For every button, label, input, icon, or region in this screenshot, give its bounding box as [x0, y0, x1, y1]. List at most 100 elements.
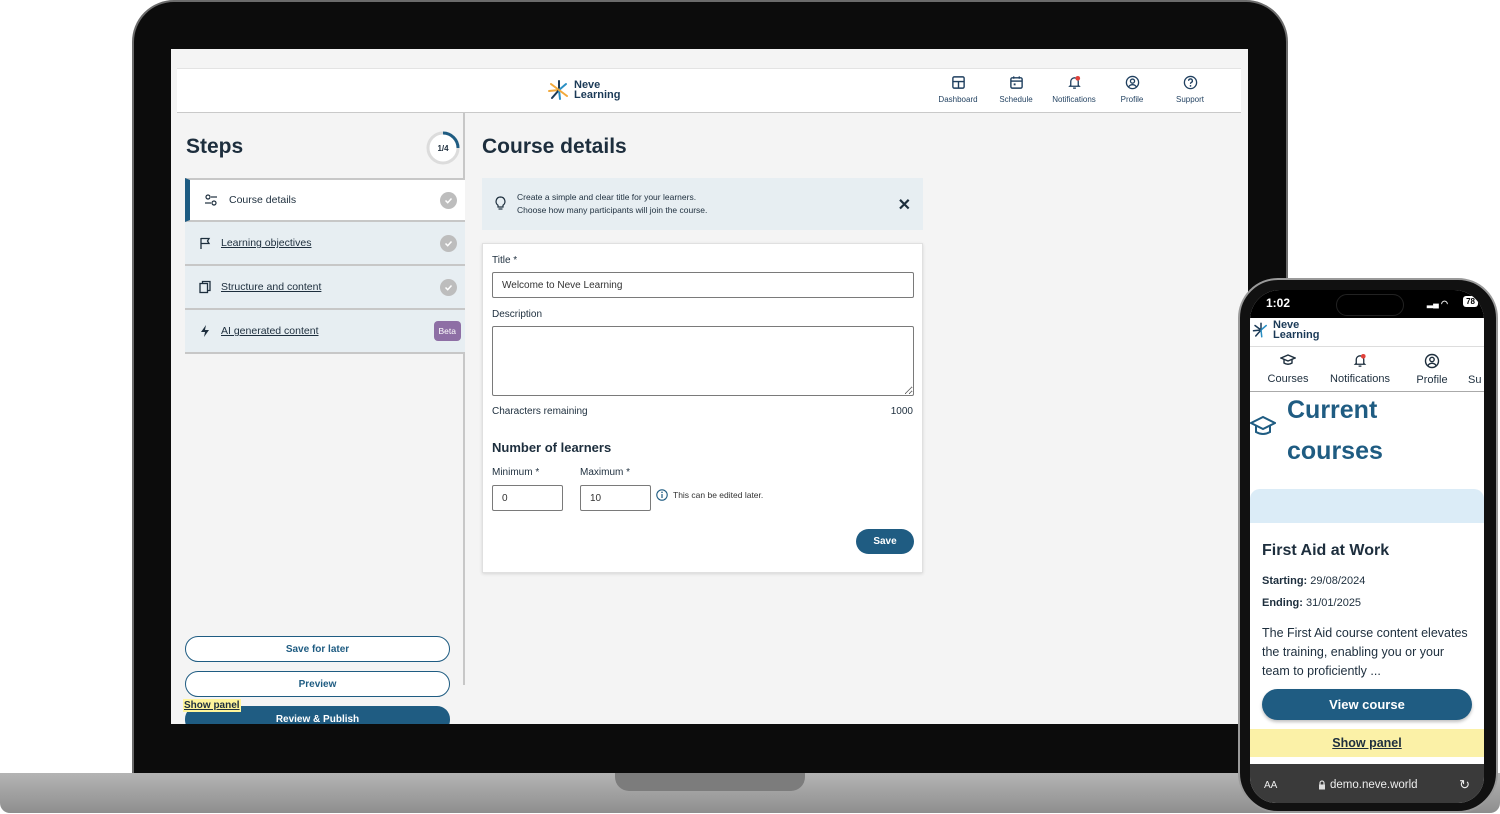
- top-bar: Neve Learning Dashboard Schedule Notific…: [177, 68, 1241, 113]
- description-label: Description: [492, 309, 543, 320]
- nav-profile[interactable]: Profile: [1103, 75, 1161, 104]
- progress-text: 1/4: [437, 143, 449, 153]
- phone-nav-courses-label: Courses: [1267, 373, 1309, 385]
- signal-wifi-icon: ▂▄ ◠: [1426, 299, 1448, 308]
- phone-nav-notifications[interactable]: Notifications: [1324, 347, 1396, 391]
- step-label: Structure and content: [221, 281, 322, 293]
- minimum-label: Minimum *: [492, 467, 540, 478]
- check-icon: [440, 234, 457, 252]
- battery-level: 78: [1463, 296, 1478, 307]
- calendar-icon: [1009, 76, 1023, 89]
- graduation-cap-icon: [1280, 354, 1296, 365]
- course-end-date: Ending: 31/01/2025: [1262, 597, 1362, 609]
- check-icon: [440, 278, 457, 296]
- title-input[interactable]: [492, 272, 914, 298]
- nav-notifications-label: Notifications: [1052, 95, 1096, 104]
- bell-icon: [1353, 353, 1367, 367]
- maximum-input[interactable]: [580, 485, 651, 511]
- brand-line-2: Learning: [574, 89, 621, 101]
- step-learning-objectives[interactable]: Learning objectives: [185, 222, 465, 266]
- step-label: Learning objectives: [221, 237, 312, 249]
- address-field[interactable]: demo.neve.world: [1318, 779, 1418, 791]
- course-card-banner: [1250, 489, 1484, 523]
- info-banner: Create a simple and clear title for your…: [482, 178, 923, 230]
- lightning-icon: [201, 325, 209, 337]
- nav-support[interactable]: Support: [1161, 75, 1219, 104]
- phone-brand-logo[interactable]: Neve Learning: [1252, 320, 1333, 341]
- steps-list: Course details Learning objectives Struc…: [185, 178, 465, 354]
- course-description: The First Aid course content elevates th…: [1262, 626, 1468, 678]
- maximum-label: Maximum *: [580, 467, 631, 478]
- browser-url-bar: AA demo.neve.world ↻: [1250, 764, 1484, 803]
- status-time: 1:02: [1266, 296, 1291, 310]
- nav-dashboard-label: Dashboard: [938, 95, 978, 104]
- course-title: First Aid at Work: [1262, 542, 1390, 559]
- nav-notifications[interactable]: Notifications: [1045, 75, 1103, 104]
- show-panel-link[interactable]: Show panel: [1250, 729, 1484, 757]
- minimum-input[interactable]: [492, 485, 563, 511]
- title-label: Title *: [492, 255, 518, 266]
- reload-icon[interactable]: ↻: [1459, 777, 1470, 793]
- copy-icon: [199, 280, 211, 294]
- nav-support-label: Support: [1175, 95, 1205, 104]
- phone-nav-courses[interactable]: Courses: [1252, 347, 1324, 391]
- phone-nav-profile[interactable]: Profile: [1396, 347, 1468, 391]
- course-details-form: Title * Description Characters remaining…: [482, 243, 923, 573]
- show-panel-link[interactable]: Show panel: [183, 699, 241, 712]
- text-size-button[interactable]: AA: [1264, 780, 1277, 791]
- nav-schedule[interactable]: Schedule: [987, 75, 1045, 104]
- step-label: Course details: [229, 194, 297, 206]
- current-courses-heading: Current courses: [1287, 396, 1383, 465]
- phone-screen: 1:02 ▂▄ ◠ 78 Neve Learning Courses Notif…: [1250, 290, 1484, 803]
- learners-section-title: Number of learners: [492, 440, 612, 455]
- preview-button[interactable]: Preview: [185, 671, 450, 697]
- bell-icon: [1067, 75, 1081, 89]
- settings-sliders-icon: [205, 194, 217, 206]
- beta-badge: Beta: [433, 321, 461, 341]
- phone-nav-profile-label: Profile: [1416, 374, 1448, 386]
- step-label: AI generated content: [221, 325, 319, 337]
- nav-profile-label: Profile: [1120, 95, 1144, 104]
- description-textarea[interactable]: [492, 326, 914, 396]
- info-line-1: Create a simple and clear title for your…: [517, 192, 697, 202]
- brand-logo[interactable]: Neve Learning: [547, 79, 634, 101]
- logo-burst-icon: [1252, 322, 1267, 338]
- info-line-2: Choose how many participants will join t…: [517, 205, 708, 215]
- lightbulb-icon: [495, 196, 506, 210]
- laptop-screen: Neve Learning Dashboard Schedule Notific…: [171, 49, 1248, 724]
- dynamic-island: [1336, 294, 1404, 316]
- logo-burst-icon: [548, 80, 568, 100]
- graduation-cap-icon: [1250, 415, 1276, 435]
- flag-icon: [200, 237, 211, 249]
- chars-remaining-value: 1000: [890, 406, 913, 417]
- profile-icon: [1424, 353, 1440, 369]
- chars-remaining-label: Characters remaining: [492, 406, 588, 417]
- url-text: demo.neve.world: [1330, 779, 1418, 791]
- brand-line-2: Learning: [1273, 329, 1320, 341]
- help-icon: [1183, 75, 1197, 90]
- phone-nav: Courses Notifications Profile Su: [1250, 346, 1484, 392]
- laptop-notch: [615, 773, 805, 791]
- page-title: Course details: [482, 135, 627, 158]
- phone-nav-support[interactable]: Su: [1468, 347, 1484, 391]
- check-icon: [440, 191, 457, 209]
- dashboard-icon: [951, 76, 965, 89]
- hint-text: This can be edited later.: [673, 490, 764, 500]
- step-ai-generated-content[interactable]: AI generated content Beta: [185, 310, 465, 354]
- step-structure-and-content[interactable]: Structure and content: [185, 266, 465, 310]
- view-course-button[interactable]: View course: [1262, 689, 1472, 720]
- course-start-date: Starting: 29/08/2024: [1262, 575, 1366, 587]
- info-icon: [656, 489, 668, 501]
- save-for-later-button[interactable]: Save for later: [185, 636, 450, 662]
- nav-schedule-label: Schedule: [999, 95, 1033, 104]
- save-button[interactable]: Save: [856, 529, 914, 554]
- step-course-details[interactable]: Course details: [185, 178, 465, 222]
- phone-nav-support-label: Su: [1468, 374, 1482, 386]
- status-bar: 1:02 ▂▄ ◠ 78: [1250, 290, 1484, 318]
- profile-icon: [1125, 75, 1139, 90]
- lock-icon: [1319, 780, 1325, 790]
- nav-dashboard[interactable]: Dashboard: [929, 75, 987, 104]
- close-icon[interactable]: ✕: [898, 195, 911, 215]
- edit-later-hint: This can be edited later.: [656, 489, 763, 501]
- steps-title: Steps: [186, 135, 244, 158]
